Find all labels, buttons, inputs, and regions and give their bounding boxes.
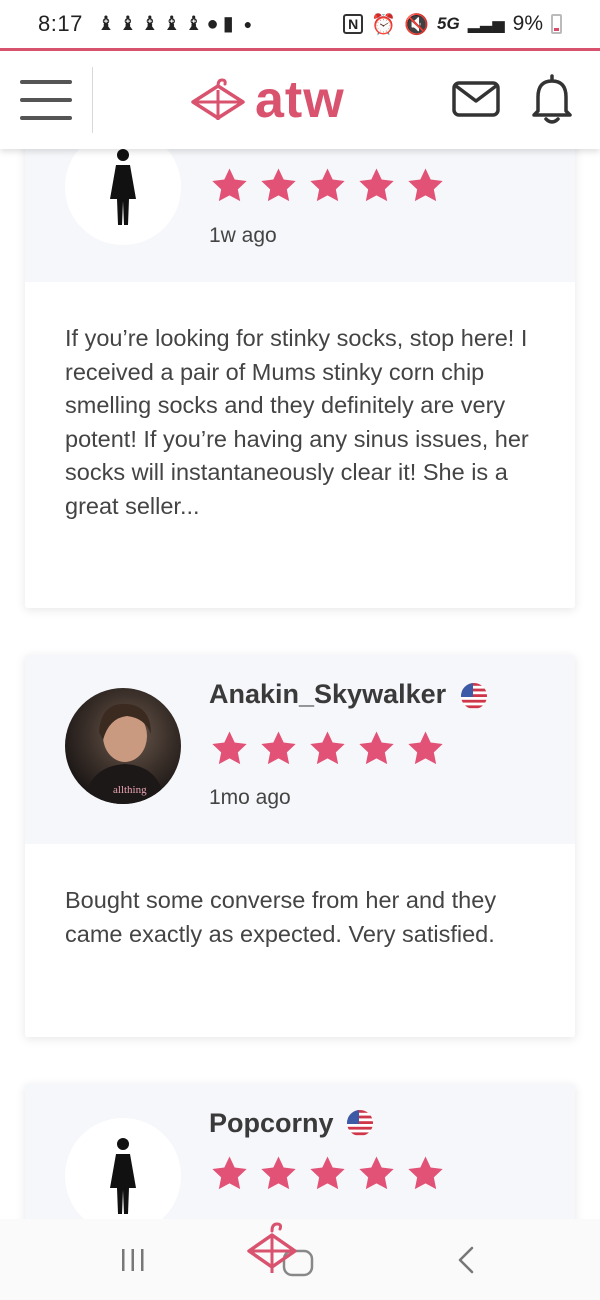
review-text: If you’re looking for stinky socks, stop… — [65, 325, 529, 519]
logo[interactable]: atw — [189, 70, 345, 130]
review-text: Bought some converse from her and they c… — [65, 887, 497, 947]
status-time: 8:17 — [38, 11, 83, 36]
battery-percent: 9% — [512, 12, 543, 35]
reviewer-name[interactable]: Popcorny — [209, 1108, 334, 1139]
nfc-icon: N — [343, 14, 364, 34]
mail-icon[interactable] — [452, 81, 500, 117]
star-icon — [212, 731, 247, 765]
star-icon — [310, 731, 345, 765]
app-header: atw — [0, 51, 600, 149]
recents-button[interactable] — [120, 1247, 146, 1273]
review-header: 1w ago — [25, 149, 575, 282]
alert-icon: ▮ — [222, 13, 234, 35]
header-divider — [92, 67, 93, 133]
review-card: allthing Anakin_Skywalker 1mo ago Bought… — [25, 655, 575, 1037]
menu-icon[interactable] — [20, 80, 72, 120]
star-icon — [261, 168, 296, 202]
status-bar: 8:17 ♝ ♝ ♝ ♝ ♝ ● ▮ ● N ⏰ 🔇 5G ▂▃▅ 9% — [0, 0, 600, 48]
star-icon — [359, 1156, 394, 1190]
avatar-watermark: allthing — [113, 784, 147, 796]
network-type: 5G — [437, 14, 460, 33]
system-nav-bar — [0, 1219, 600, 1300]
star-icon — [261, 731, 296, 765]
battery-icon — [551, 14, 562, 34]
star-icon — [408, 731, 443, 765]
more-notifications-dot: ● — [243, 16, 253, 32]
snapchat-icon: ♝ — [162, 13, 181, 35]
home-button[interactable] — [246, 1221, 316, 1281]
signal-icon: ▂▃▅ — [467, 16, 505, 33]
alarm-icon: ⏰ — [371, 13, 397, 36]
system-status: N ⏰ 🔇 5G ▂▃▅ 9% — [343, 12, 562, 37]
snapchat-icon: ♝ — [118, 13, 137, 35]
hanger-logo-icon — [191, 78, 245, 120]
review-header: allthing Anakin_Skywalker 1mo ago — [25, 655, 575, 844]
snapchat-icon: ♝ — [184, 13, 203, 35]
star-rating — [209, 166, 446, 206]
star-icon — [408, 1156, 443, 1190]
review-header: Popcorny — [25, 1084, 575, 1219]
star-rating — [209, 1154, 446, 1194]
star-icon — [359, 731, 394, 765]
bell-icon[interactable] — [530, 73, 574, 125]
star-icon — [310, 1156, 345, 1190]
chat-icon: ● — [206, 13, 219, 35]
mute-icon: 🔇 — [404, 13, 430, 36]
us-flag-icon — [461, 683, 487, 709]
review-time: 1w ago — [209, 224, 277, 247]
avatar[interactable]: allthing — [65, 688, 181, 804]
logo-text: atw — [255, 71, 345, 129]
star-icon — [261, 1156, 296, 1190]
female-silhouette-icon[interactable] — [65, 149, 181, 245]
star-rating — [209, 729, 446, 769]
female-silhouette-icon[interactable] — [65, 1118, 181, 1219]
star-icon — [359, 168, 394, 202]
snapchat-icon: ♝ — [140, 13, 159, 35]
review-card: 1w ago If you’re looking for stinky sock… — [25, 149, 575, 608]
star-icon — [408, 168, 443, 202]
reviewer-name[interactable]: Anakin_Skywalker — [209, 679, 446, 710]
review-time: 1mo ago — [209, 786, 291, 809]
star-icon — [310, 168, 345, 202]
reviews-list[interactable]: 1w ago If you’re looking for stinky sock… — [0, 149, 600, 1219]
review-card: Popcorny — [25, 1084, 575, 1219]
notification-icons: ♝ ♝ ♝ ♝ ♝ ● ▮ — [97, 14, 234, 34]
back-button[interactable] — [456, 1245, 476, 1275]
snapchat-icon: ♝ — [96, 13, 115, 35]
star-icon — [212, 1156, 247, 1190]
us-flag-icon — [347, 1110, 373, 1136]
star-icon — [212, 168, 247, 202]
